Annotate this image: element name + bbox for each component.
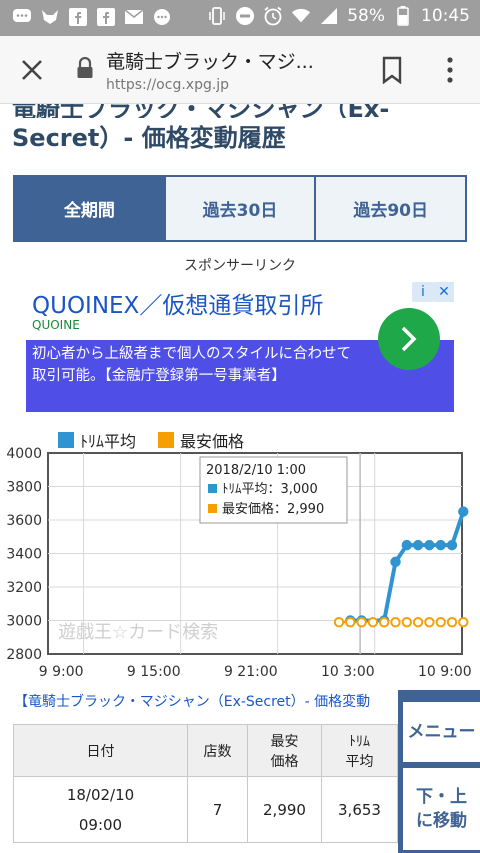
fox-icon [40, 7, 60, 27]
floating-menu: メニュー 下・上 に移動 [398, 690, 480, 853]
cell-min-price: 2,990 [247, 776, 322, 843]
data-point [401, 616, 412, 628]
price-table: 日付 店数 最安 価格 ﾄﾘﾑ 平均 18/02/10 09:00 7 2,99… [13, 724, 398, 843]
data-point [458, 506, 469, 517]
bookmark-icon[interactable] [380, 56, 404, 84]
url-text[interactable]: https://ocg.xpg.jp [106, 77, 229, 93]
header-date: 日付 [13, 724, 188, 777]
page-title[interactable]: 竜騎士ブラック・マジ... [106, 47, 356, 74]
y-tick-label: 3800 [6, 480, 42, 496]
more-notifications-icon [152, 7, 172, 27]
data-point [390, 556, 401, 568]
chart-watermark: 遊戯王☆カード検索 [58, 622, 218, 643]
header-trim-avg: ﾄﾘﾑ 平均 [321, 724, 398, 777]
ad-close-icon[interactable]: ✕ [434, 282, 454, 302]
status-bar: 58% 10:45 [0, 0, 480, 36]
cell-trim-avg: 3,653 [321, 776, 398, 843]
data-point [356, 616, 367, 628]
data-point [458, 616, 469, 628]
data-point [345, 616, 356, 628]
ad-title[interactable]: QUOINEX／仮想通貨取引所 [32, 286, 323, 320]
more-options-icon[interactable] [440, 55, 460, 85]
close-icon[interactable] [18, 56, 46, 84]
x-tick-label: 9 21:00 [224, 664, 278, 680]
x-tick-label: 10 9:00 [418, 664, 472, 680]
period-tabs: 全期間 過去30日 過去90日 [13, 175, 467, 242]
data-point [446, 539, 458, 551]
y-tick-label: 2800 [6, 647, 42, 663]
ad-description-text: 初心者から上級者まで個人のスタイルに合わせて取引可能。【金融庁登録第一号事業者】 [32, 346, 351, 384]
heading-line-partial: 竜騎士ブラック・マジシャン（Ex- [12, 104, 390, 118]
data-point [367, 616, 379, 628]
wifi-icon [291, 6, 311, 26]
data-point [435, 616, 446, 628]
scroll-move-button[interactable]: 下・上 に移動 [403, 768, 480, 850]
message-icon [12, 7, 32, 27]
signal-icon [319, 6, 339, 26]
y-tick-label: 3400 [6, 547, 42, 563]
cell-date: 18/02/10 09:00 [13, 776, 188, 843]
ad-info-icon[interactable]: i [412, 282, 434, 302]
browser-toolbar: 竜騎士ブラック・マジ... https://ocg.xpg.jp [0, 36, 480, 104]
page-heading: Secret）- 価格変動履歴 [12, 124, 286, 152]
lock-icon [77, 57, 93, 78]
price-chart[interactable]: 4000 3800 3600 3400 3200 3000 28009 9:00 9 15:0… [0, 445, 480, 685]
do-not-disturb-icon [235, 6, 255, 26]
table-header-row: 日付 店数 最安 価格 ﾄﾘﾑ 平均 [13, 724, 398, 777]
data-point [379, 616, 390, 628]
y-tick-label: 3600 [6, 513, 42, 529]
x-tick-label: 10 3:00 [321, 664, 375, 680]
data-point [446, 616, 458, 628]
tab-all-period[interactable]: 全期間 [15, 177, 164, 240]
cell-shops: 7 [187, 776, 248, 843]
facebook-icon [68, 7, 88, 27]
data-point [412, 539, 424, 551]
x-tick-label: 9 9:00 [39, 664, 84, 680]
tooltip-swatch [208, 484, 217, 493]
battery-percent: 58% [347, 6, 385, 26]
data-point [412, 616, 424, 628]
mail-icon [124, 7, 144, 27]
chevron-right-icon [401, 326, 417, 352]
data-point [424, 616, 435, 628]
header-min-price: 最安 価格 [247, 724, 322, 777]
facebook-icon-2 [96, 7, 116, 27]
data-point [401, 539, 412, 551]
data-point [333, 616, 345, 628]
tooltip-swatch [208, 504, 217, 513]
table-row: 18/02/10 09:00 7 2,990 3,653 [13, 776, 398, 843]
vibrate-icon [207, 6, 227, 26]
alarm-icon [263, 6, 283, 26]
y-tick-label: 4000 [6, 446, 42, 462]
data-point [435, 539, 446, 551]
menu-button[interactable]: メニュー [403, 702, 480, 762]
y-tick-label: 3200 [6, 580, 42, 596]
tooltip-row: ﾄﾘﾑ平均：3,000 [222, 482, 318, 497]
tab-90-days[interactable]: 過去90日 [314, 177, 466, 240]
y-tick-label: 3000 [6, 614, 42, 630]
tab-30-days[interactable]: 過去30日 [163, 177, 315, 240]
clock: 10:45 [421, 6, 470, 26]
data-point [390, 616, 401, 628]
battery-icon [393, 6, 413, 26]
x-tick-label: 9 15:00 [127, 664, 181, 680]
card-link[interactable]: 【竜騎士ブラック・マジシャン（Ex-Secret）- 価格変動 [14, 691, 402, 711]
ad-brand: QUOINE [32, 318, 80, 332]
ad-go-button[interactable] [378, 308, 440, 370]
sponsor-label: スポンサーリンク [184, 258, 296, 274]
tooltip-title: 2018/2/10 1:00 [206, 463, 306, 478]
tooltip-row: 最安価格：2,990 [222, 501, 324, 517]
ad-banner[interactable]: QUOINEX／仮想通貨取引所 QUOINE i ✕ 初心者から上級者まで個人の… [26, 280, 454, 412]
data-point [424, 539, 435, 551]
header-shops: 店数 [187, 724, 248, 777]
